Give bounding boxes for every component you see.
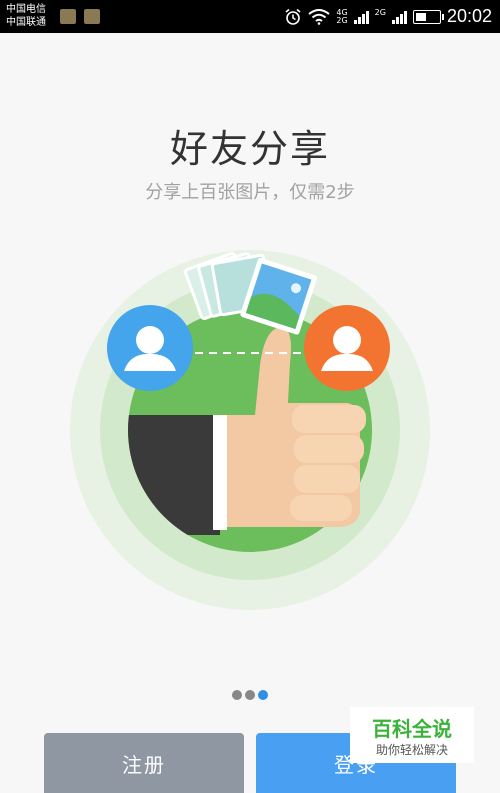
share-illustration [70, 250, 430, 610]
gallery-notification-icon [60, 9, 76, 24]
clock: 20:02 [446, 6, 492, 26]
page-dot-1[interactable] [232, 690, 242, 700]
watermark-logo: 百科全说 助你轻松解决 [350, 707, 474, 763]
page-dot-3[interactable] [258, 690, 268, 700]
register-button[interactable]: 注册 [44, 733, 244, 793]
network-type-2: 2G [374, 7, 386, 17]
page-indicator [232, 690, 268, 700]
page-subtitle: 分享上百张图片，仅需2步 [145, 182, 355, 203]
alarm-icon [285, 8, 301, 25]
shirt-cuff [213, 415, 227, 530]
battery-icon [412, 9, 444, 24]
page-dot-2[interactable] [245, 690, 255, 700]
status-indicators: 4G 2G 2G 20:02 [284, 0, 492, 33]
sender-avatar-icon [107, 305, 193, 391]
carrier-2: 中国联通 [6, 17, 46, 28]
status-bar: 中国电信 中国联通 4G 2G 2G 20:02 [0, 0, 500, 33]
signal-icon-2 [391, 10, 407, 24]
app-notification-icon [84, 9, 100, 24]
page-title: 好友分享 [169, 127, 330, 171]
wifi-icon [308, 8, 330, 25]
carrier-1: 中国电信 [6, 4, 46, 15]
watermark-brand: 百科全说 [372, 717, 452, 741]
carrier-labels: 中国电信 中国联通 [6, 3, 46, 29]
network-type-1: 4G 2G [336, 7, 348, 25]
receiver-avatar-icon [304, 305, 390, 391]
signal-icon-1 [353, 10, 369, 24]
watermark-slogan: 助你轻松解决 [375, 743, 448, 757]
